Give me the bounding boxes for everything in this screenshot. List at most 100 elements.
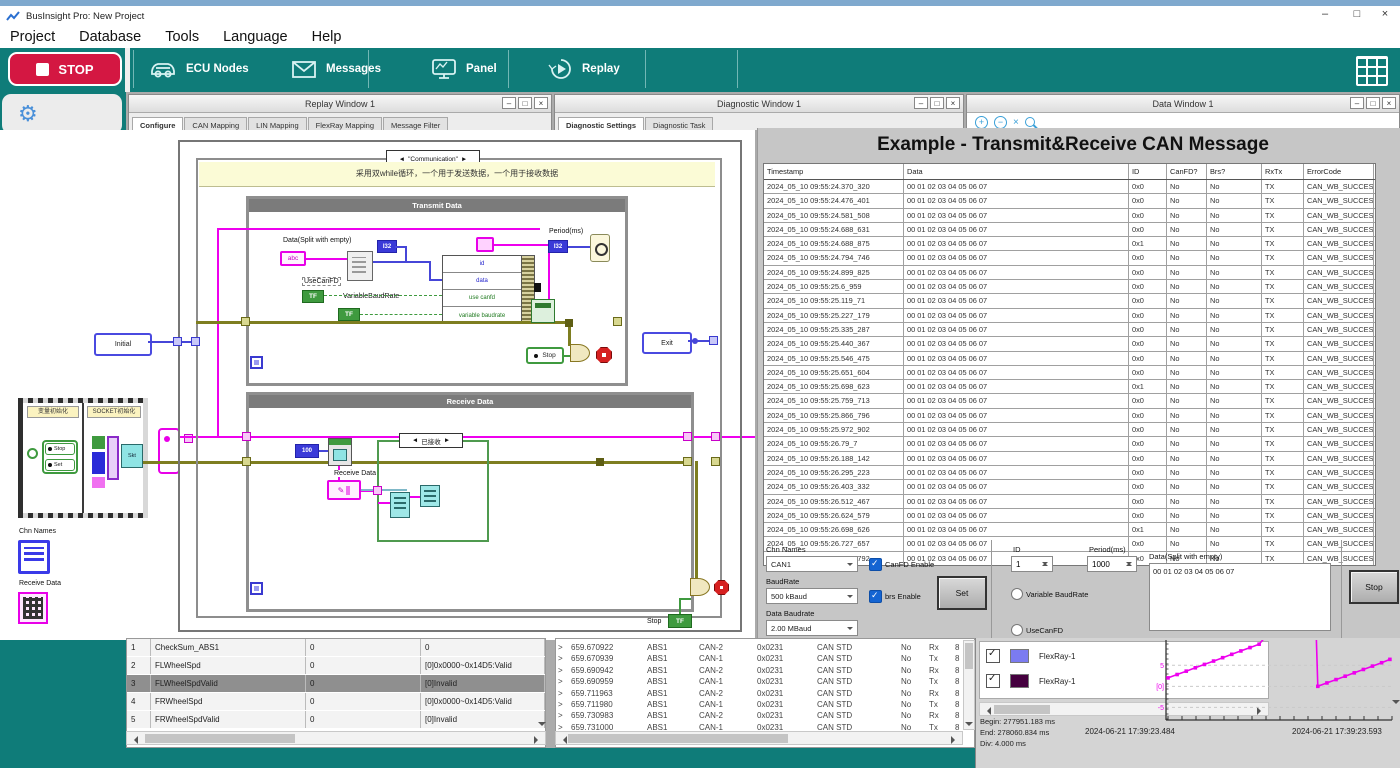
ecu-nodes-button[interactable]: ECU Nodes: [148, 52, 249, 86]
id-spinner[interactable]: 1: [1011, 556, 1053, 572]
table-row[interactable]: >659.690959ABS1CAN-10x0231CAN STDNoTx8: [556, 676, 974, 687]
grid-view-icon[interactable]: [1356, 56, 1388, 86]
menu-tools[interactable]: Tools: [165, 29, 199, 45]
initial-enum-constant[interactable]: Initial: [94, 333, 152, 356]
tunnel: [683, 432, 692, 441]
table-row[interactable]: 5FRWheelSpdValid0[0]Invalid: [127, 711, 545, 728]
settings-button[interactable]: ⚙: [2, 94, 122, 134]
data-window-titlebar[interactable]: Data Window 1 – □ ×: [967, 95, 1399, 113]
table-row[interactable]: 2024_05_10 09:55:24.688_87500 01 02 03 0…: [764, 237, 1375, 251]
table-row[interactable]: 2024_05_10 09:55:26.403_33200 01 02 03 0…: [764, 480, 1375, 494]
menu-database[interactable]: Database: [79, 29, 141, 45]
minimize-button[interactable]: –: [1314, 8, 1336, 20]
table-row[interactable]: 2024_05_10 09:55:25.335_28700 01 02 03 0…: [764, 323, 1375, 337]
table-row[interactable]: 2024_05_10 09:55:24.899_82500 01 02 03 0…: [764, 266, 1375, 280]
can-message-table[interactable]: TimestampDataIDCanFD?Brs?RxTxErrorCode 2…: [763, 163, 1376, 566]
legend-checkbox[interactable]: [986, 674, 1000, 688]
table-row[interactable]: 1CheckSum_ABS100: [127, 639, 545, 656]
stop-transmit-button[interactable]: Stop: [1349, 570, 1399, 604]
stop-boolean-terminal[interactable]: Stop: [526, 347, 564, 364]
zoom-out-icon[interactable]: −: [994, 116, 1007, 129]
table-row[interactable]: 2024_05_10 09:55:26.188_14200 01 02 03 0…: [764, 452, 1375, 466]
restore-icon[interactable]: □: [1366, 97, 1380, 109]
table-row[interactable]: 2FLWheelSpd0[0]0x0000~0x14D5:Valid: [127, 657, 545, 674]
table-row[interactable]: 2024_05_10 09:55:25.972_90200 01 02 03 0…: [764, 423, 1375, 437]
menu-language[interactable]: Language: [223, 29, 288, 45]
period-spinner[interactable]: 1000: [1087, 556, 1137, 572]
table-row[interactable]: 2024_05_10 09:55:26.295_22300 01 02 03 0…: [764, 466, 1375, 480]
table-row[interactable]: 2024_05_10 09:55:26.79_700 01 02 03 04 0…: [764, 437, 1375, 451]
scroll-down-icon[interactable]: [1392, 700, 1400, 708]
replay-button[interactable]: Replay: [548, 52, 620, 86]
monitor-icon: [430, 57, 458, 81]
table-row[interactable]: 2024_05_10 09:55:25.6_95900 01 02 03 04 …: [764, 280, 1375, 294]
table-row[interactable]: >659.670939ABS1CAN-10x0231CAN STDNoTx8: [556, 653, 974, 664]
table-row[interactable]: 2024_05_10 09:55:26.698_62600 01 02 03 0…: [764, 523, 1375, 537]
table-row[interactable]: >659.670922ABS1CAN-20x0231CAN STDNoRx8: [556, 642, 974, 653]
set-button[interactable]: Set: [937, 576, 987, 610]
table-row[interactable]: 2024_05_10 09:55:25.698_62300 01 02 03 0…: [764, 380, 1375, 394]
trace-hscrollbar[interactable]: [555, 731, 963, 745]
maximize-button[interactable]: □: [1346, 8, 1368, 20]
exit-enum-constant[interactable]: Exit: [642, 332, 692, 354]
restore-icon[interactable]: □: [518, 97, 532, 109]
table-row[interactable]: 2024_05_10 09:55:25.759_71300 01 02 03 0…: [764, 394, 1375, 408]
chn-names-terminal: [18, 540, 50, 574]
signal-hscrollbar[interactable]: [126, 731, 546, 745]
restore-icon[interactable]: □: [930, 97, 944, 109]
search-icon[interactable]: [1025, 117, 1035, 127]
table-row[interactable]: 2024_05_10 09:55:24.794_74600 01 02 03 0…: [764, 251, 1375, 265]
channel-select[interactable]: CAN1: [766, 556, 858, 572]
table-row[interactable]: 2024_05_10 09:55:25.440_36700 01 02 03 0…: [764, 337, 1375, 351]
stop-capture-button[interactable]: STOP: [8, 52, 122, 86]
minimize-icon[interactable]: –: [914, 97, 928, 109]
close-icon[interactable]: ×: [946, 97, 960, 109]
diagnostic-window-titlebar[interactable]: Diagnostic Window 1 – □ ×: [555, 95, 963, 113]
table-row[interactable]: 2024_05_10 09:55:25.227_17900 01 02 03 0…: [764, 309, 1375, 323]
table-row[interactable]: >659.690942ABS1CAN-20x0231CAN STDNoRx8: [556, 665, 974, 676]
table-row[interactable]: 2024_05_10 09:55:24.581_50800 01 02 03 0…: [764, 209, 1375, 223]
table-row[interactable]: >659.711963ABS1CAN-20x0231CAN STDNoRx8: [556, 688, 974, 699]
variable-baudrate-checkbox[interactable]: [1011, 588, 1023, 600]
close-icon[interactable]: ×: [534, 97, 548, 109]
replay-window-titlebar[interactable]: Replay Window 1 – □ ×: [129, 95, 551, 113]
minimize-icon[interactable]: –: [502, 97, 516, 109]
baudrate-select[interactable]: 500 kBaud: [766, 588, 858, 604]
table-row[interactable]: 2024_05_10 09:55:25.651_60400 01 02 03 0…: [764, 366, 1375, 380]
table-row[interactable]: 2024_05_10 09:55:26.512_46700 01 02 03 0…: [764, 495, 1375, 509]
table-row[interactable]: >659.730983ABS1CAN-20x0231CAN STDNoRx8: [556, 710, 974, 721]
close-icon[interactable]: ×: [1382, 97, 1396, 109]
table-row[interactable]: 2024_05_10 09:55:26.624_57900 01 02 03 0…: [764, 509, 1375, 523]
table-row[interactable]: 2024_05_10 09:55:24.370_32000 01 02 03 0…: [764, 180, 1375, 194]
table-row[interactable]: 2024_05_10 09:55:26.727_65700 01 02 03 0…: [764, 537, 1375, 551]
table-row[interactable]: >659.711980ABS1CAN-10x0231CAN STDNoTx8: [556, 699, 974, 710]
stop-square-icon: [36, 63, 49, 76]
menu-project[interactable]: Project: [10, 29, 55, 45]
scroll-down-icon[interactable]: [965, 722, 973, 730]
close-button[interactable]: ×: [1374, 8, 1396, 20]
table-row[interactable]: 2024_05_10 09:55:24.688_63100 01 02 03 0…: [764, 223, 1375, 237]
zoom-in-icon[interactable]: +: [975, 116, 988, 129]
x-axis-end-label: 2024-06-21 17:39:23.593: [1292, 727, 1382, 736]
table-row[interactable]: 2024_05_10 09:55:24.476_40100 01 02 03 0…: [764, 194, 1375, 208]
table-row[interactable]: 2024_05_10 09:55:25.119_7100 01 02 03 04…: [764, 294, 1375, 308]
table-row[interactable]: 4FRWheelSpd0[0]0x0000~0x14D5:Valid: [127, 693, 545, 710]
inner-case-selector[interactable]: ◄已接收►: [399, 433, 463, 448]
menu-help[interactable]: Help: [312, 29, 342, 45]
table-row[interactable]: 2024_05_10 09:55:25.866_79600 01 02 03 0…: [764, 409, 1375, 423]
panel-button[interactable]: Panel: [430, 52, 497, 86]
scroll-down-icon[interactable]: [538, 722, 546, 730]
table-row[interactable]: 2024_05_10 09:55:25.546_47500 01 02 03 0…: [764, 352, 1375, 366]
clear-icon[interactable]: ×: [1013, 117, 1019, 128]
table-row[interactable]: 3FLWheelSpdValid0[0]Invalid: [127, 675, 545, 692]
minimize-icon[interactable]: –: [1350, 97, 1364, 109]
use-canfd-checkbox[interactable]: [1011, 624, 1023, 636]
data-input[interactable]: 00 01 02 03 04 05 06 07: [1149, 563, 1331, 631]
trace-vscrollbar[interactable]: [963, 640, 975, 730]
messages-button[interactable]: Messages: [290, 52, 381, 86]
canfd-enable-checkbox[interactable]: [869, 558, 882, 571]
data-baudrate-select[interactable]: 2.00 MBaud: [766, 620, 858, 636]
legend-checkbox[interactable]: [986, 649, 1000, 663]
brs-enable-checkbox[interactable]: [869, 590, 882, 603]
i32-terminal: I32: [377, 240, 397, 253]
